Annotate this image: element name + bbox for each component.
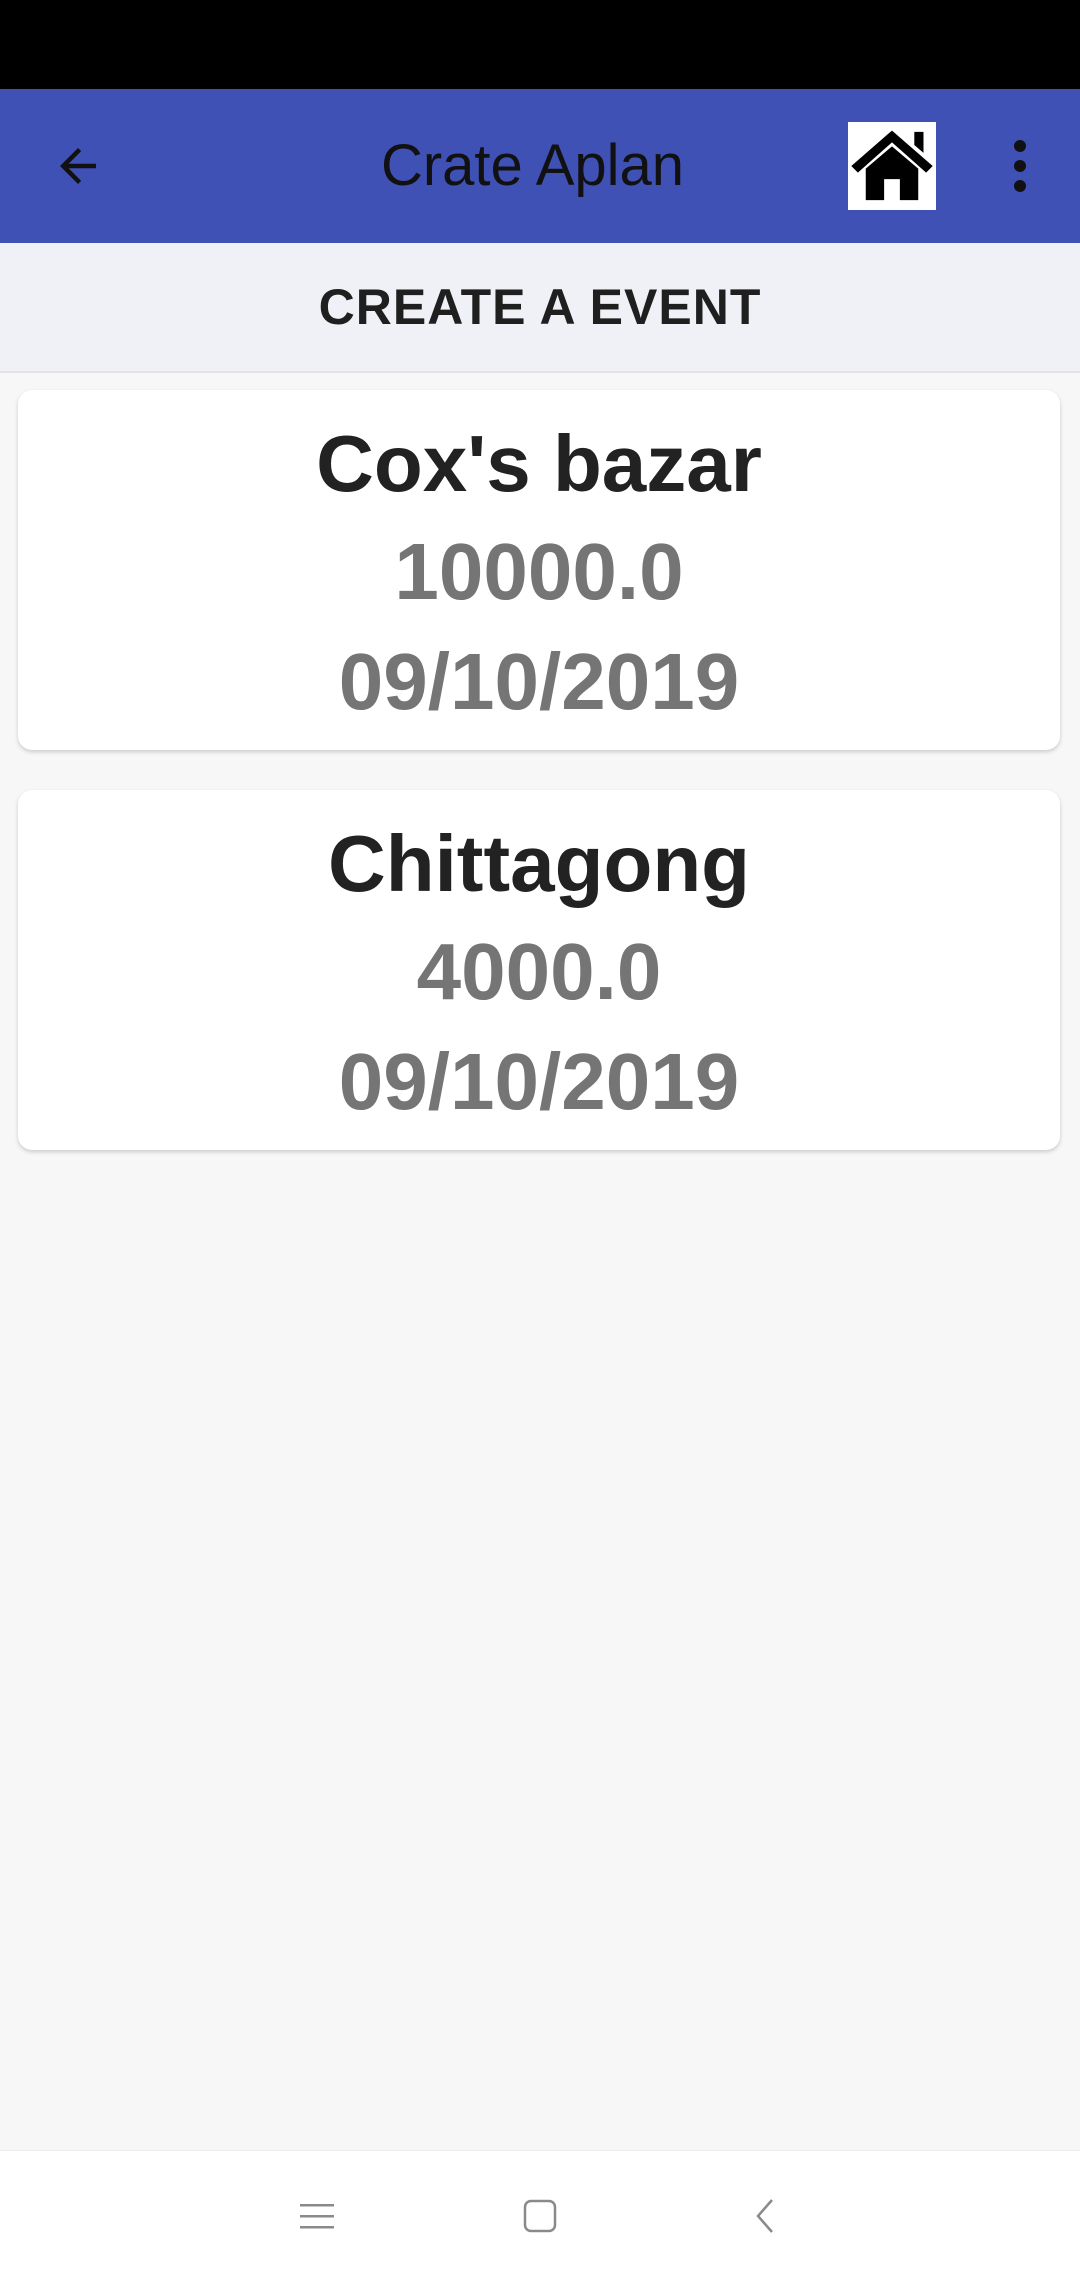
arrow-left-icon [60, 148, 96, 184]
more-vert-icon [1014, 140, 1026, 192]
event-card[interactable]: Cox's bazar 10000.0 09/10/2019 [18, 390, 1060, 750]
square-home-icon [523, 2199, 557, 2233]
more-options-button[interactable] [990, 124, 1050, 208]
event-date: 09/10/2019 [338, 1037, 740, 1126]
menu-icon [300, 2204, 334, 2229]
create-event-header[interactable]: CREATE A EVENT [0, 243, 1080, 373]
nav-home-button[interactable] [505, 2181, 575, 2251]
back-button[interactable] [36, 124, 120, 208]
app-bar: Crate Aplan [0, 89, 1080, 243]
page-title: Crate Aplan [380, 133, 685, 198]
system-nav-bar [0, 2150, 1080, 2281]
event-amount: 10000.0 [394, 527, 684, 616]
chevron-left-icon [756, 2199, 773, 2233]
event-date: 09/10/2019 [338, 637, 740, 726]
status-bar [0, 0, 1080, 89]
event-place: Chittagong [327, 819, 751, 908]
home-button[interactable] [848, 122, 936, 210]
event-amount: 4000.0 [416, 927, 662, 1016]
home-icon [851, 130, 933, 201]
event-place: Cox's bazar [316, 419, 762, 508]
recent-apps-button[interactable] [282, 2181, 352, 2251]
event-card[interactable]: Chittagong 4000.0 09/10/2019 [18, 790, 1060, 1150]
nav-back-button[interactable] [730, 2181, 800, 2251]
